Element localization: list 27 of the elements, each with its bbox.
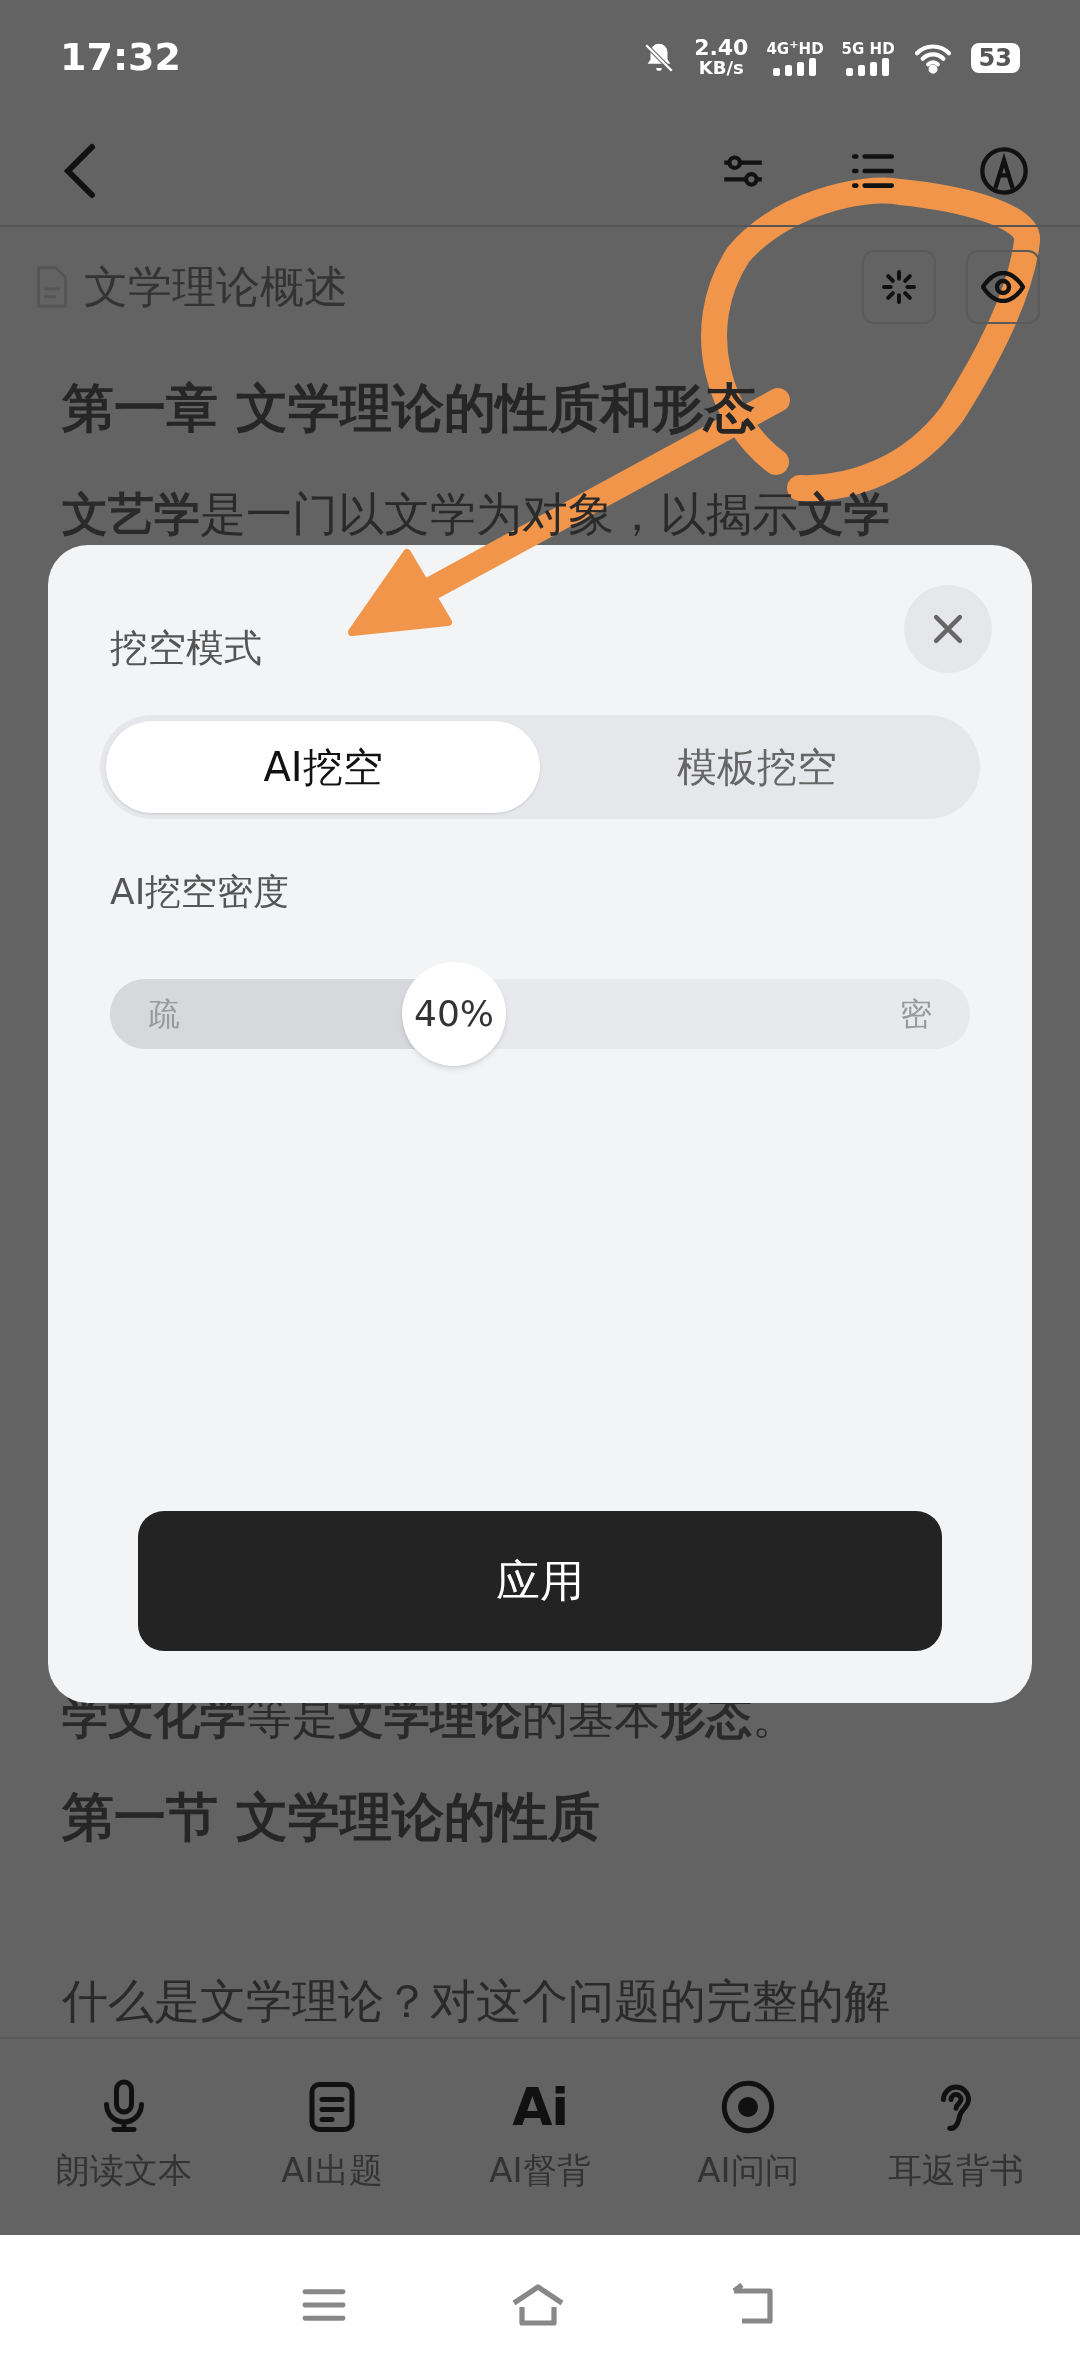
section-heading: 第一节 文学理论的性质 — [62, 1785, 602, 1849]
density-label: AI挖空密度 — [110, 870, 291, 914]
ai-icon: Ai — [512, 2077, 568, 2138]
close-icon — [931, 612, 965, 646]
apply-button[interactable]: 应用 — [138, 1511, 942, 1651]
speed-unit: KB/s — [698, 57, 744, 78]
density-slider[interactable]: 疏 40% 密 — [110, 961, 970, 1067]
slider-thumb[interactable]: 40% — [402, 962, 506, 1066]
low-label: 疏 — [148, 994, 180, 1035]
eye-button[interactable] — [966, 250, 1040, 325]
wifi-icon — [912, 41, 953, 74]
paragraph-text: 什么是文学理论？对这个问题的完整的解 — [62, 1972, 891, 2030]
dialog-title: 挖空模式 — [110, 625, 262, 672]
network-speed: 2.40 — [694, 37, 749, 58]
pen-circle-icon[interactable] — [978, 144, 1030, 197]
network-type: 4G$^{+}$HD — [766, 39, 824, 58]
eye-icon — [981, 271, 1025, 304]
signal-icon — [846, 57, 891, 76]
network-type: 5G HD — [841, 39, 895, 58]
clock-time: 17:32 — [60, 34, 181, 82]
high-label: 密 — [900, 994, 932, 1035]
ai-sparkle-button[interactable] — [862, 250, 936, 325]
battery-level: 53 — [970, 42, 1020, 73]
mode-tab[interactable]: AI挖空 — [106, 721, 540, 813]
signal-icon — [773, 57, 817, 76]
slider-reading: 40% — [414, 992, 494, 1036]
mode-tab[interactable]: 模板挖空 — [540, 721, 974, 813]
